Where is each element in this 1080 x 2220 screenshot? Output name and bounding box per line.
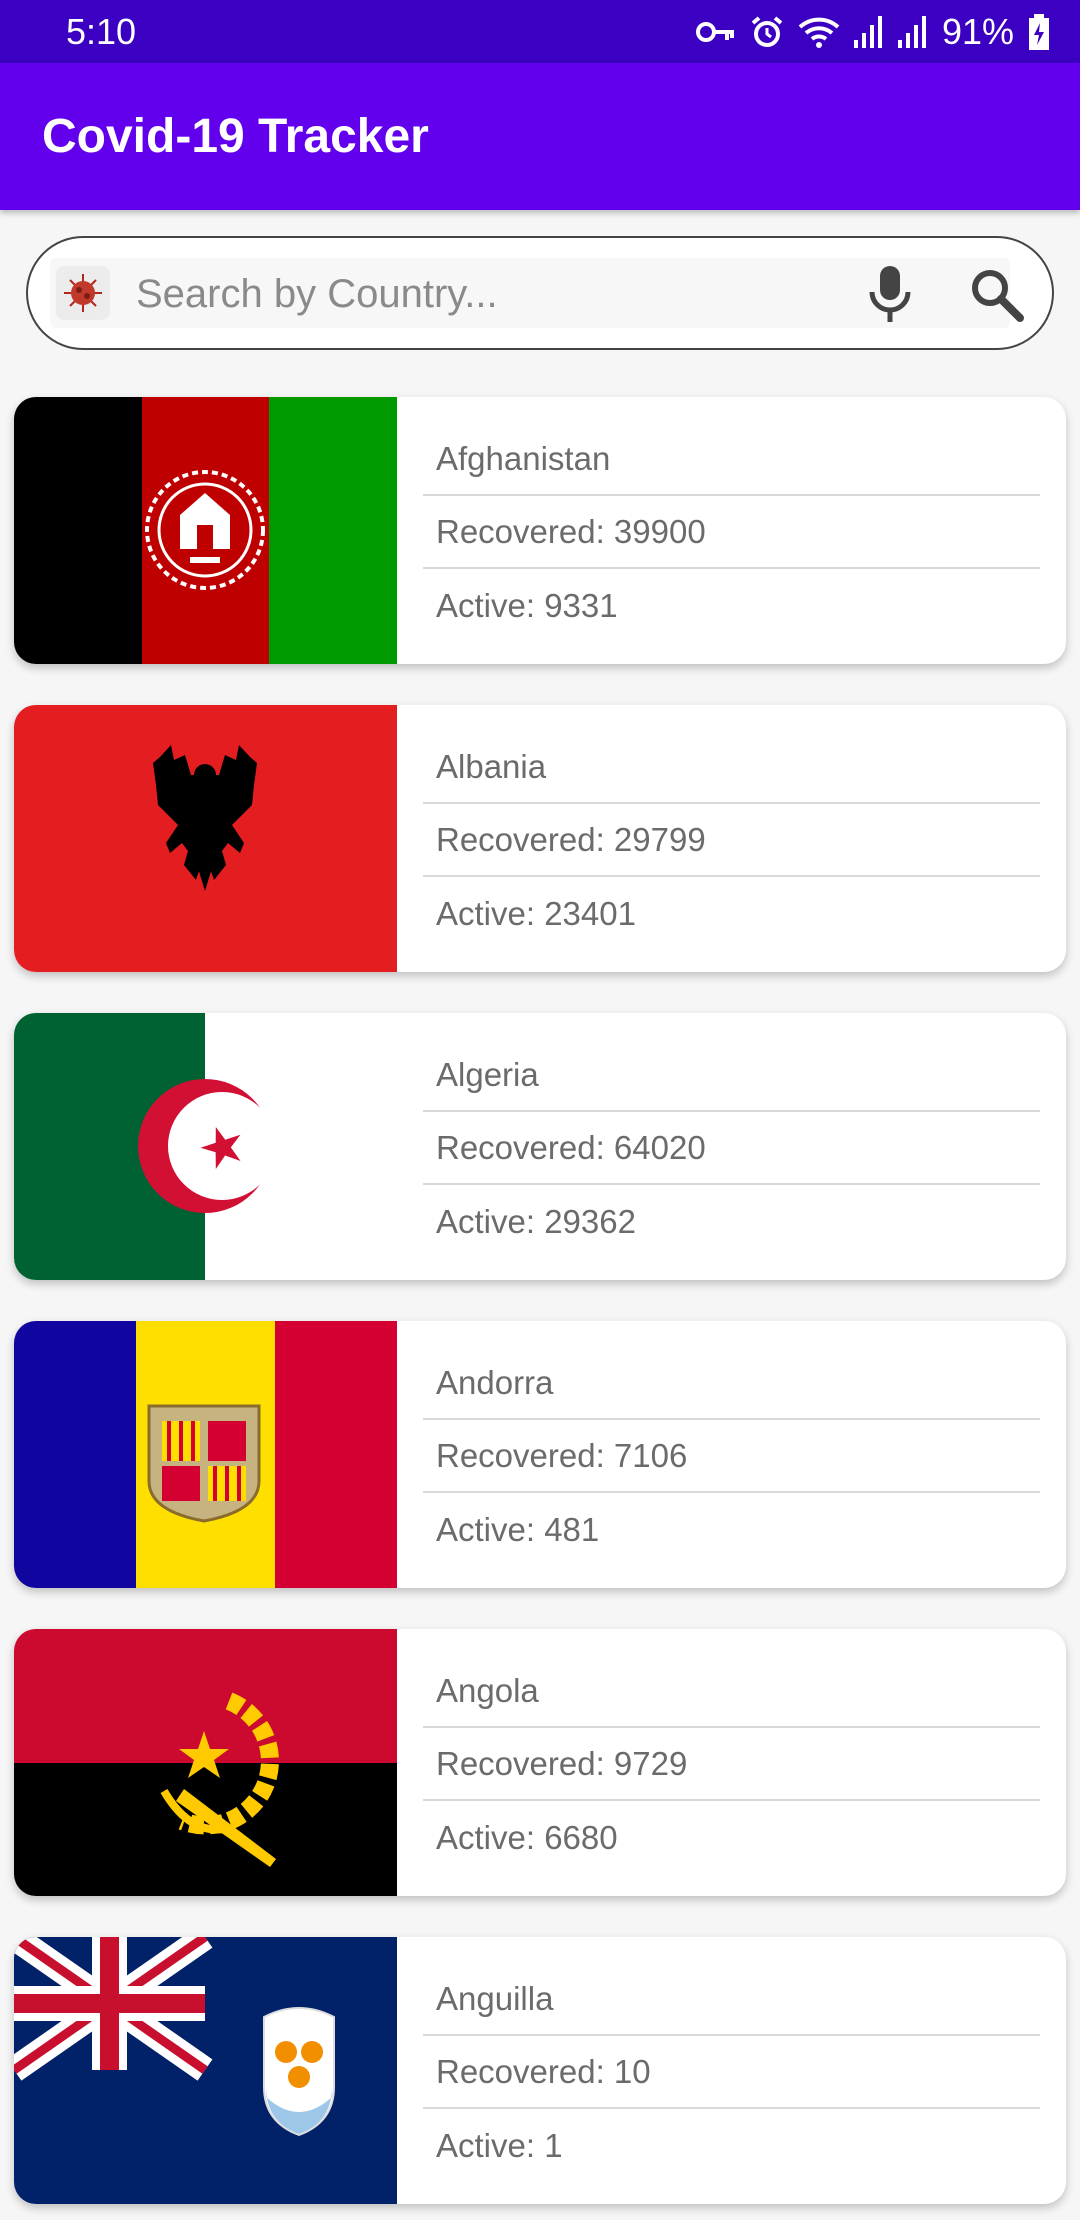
- country-card[interactable]: Anguilla Recovered: 10 Active: 1: [14, 1937, 1066, 2204]
- country-name: Andorra: [423, 1347, 1040, 1420]
- country-name: Angola: [423, 1655, 1040, 1728]
- search-input[interactable]: [134, 260, 818, 328]
- recovered-count: Recovered: 29799: [423, 804, 1040, 877]
- vpn-key-icon: [695, 21, 734, 42]
- albania-flag: [14, 705, 397, 972]
- country-card[interactable]: Afghanistan Recovered: 39900 Active: 933…: [14, 397, 1066, 664]
- wifi-icon: [798, 17, 840, 48]
- search-icon[interactable]: [968, 266, 1024, 322]
- country-name: Afghanistan: [423, 423, 1040, 496]
- active-count: Active: 9331: [436, 586, 618, 624]
- afghanistan-flag: [14, 397, 397, 664]
- country-info: Andorra Recovered: 7106 Active: 481: [423, 1321, 1040, 1588]
- recovered-count: Recovered: 64020: [423, 1112, 1040, 1185]
- recovered-count: Recovered: 9729: [423, 1728, 1040, 1801]
- country-card[interactable]: Albania Recovered: 29799 Active: 23401: [14, 705, 1066, 972]
- battery-percent: 91%: [941, 10, 1014, 52]
- active-count: Active: 1: [436, 2126, 563, 2164]
- algeria-flag: [14, 1013, 397, 1280]
- andorra-flag: [14, 1321, 397, 1588]
- country-card[interactable]: Andorra Recovered: 7106 Active: 481: [14, 1321, 1066, 1588]
- status-icons: 91%: [695, 10, 1050, 53]
- country-card[interactable]: Angola Recovered: 9729 Active: 6680: [14, 1629, 1066, 1896]
- country-info: Algeria Recovered: 64020 Active: 29362: [423, 1013, 1040, 1280]
- country-info: Anguilla Recovered: 10 Active: 1: [423, 1937, 1040, 2204]
- recovered-count: Recovered: 7106: [423, 1420, 1040, 1493]
- status-bar: 5:10 91%: [0, 0, 1080, 63]
- status-time: 5:10: [66, 10, 137, 52]
- country-card[interactable]: Algeria Recovered: 64020 Active: 29362: [14, 1013, 1066, 1280]
- country-name: Albania: [423, 731, 1040, 804]
- recovered-count: Recovered: 10: [423, 2036, 1040, 2109]
- active-count: Active: 481: [436, 1510, 600, 1548]
- country-info: Afghanistan Recovered: 39900 Active: 933…: [423, 397, 1040, 664]
- active-count: Active: 29362: [436, 1202, 636, 1240]
- country-name: Algeria: [423, 1039, 1040, 1112]
- app-title: Covid-19 Tracker: [42, 110, 429, 163]
- active-count: Active: 23401: [436, 894, 636, 932]
- recovered-count: Recovered: 39900: [423, 496, 1040, 569]
- signal-icon: [897, 15, 926, 48]
- alarm-icon: [751, 15, 783, 47]
- signal-icon: [853, 15, 882, 48]
- battery-charging-icon: [1029, 13, 1049, 50]
- country-info: Albania Recovered: 29799 Active: 23401: [423, 705, 1040, 972]
- app-bar: Covid-19 Tracker: [0, 63, 1080, 210]
- mic-icon[interactable]: [862, 264, 918, 324]
- anguilla-flag: [14, 1937, 397, 2204]
- search-bar[interactable]: [26, 236, 1054, 350]
- country-info: Angola Recovered: 9729 Active: 6680: [423, 1629, 1040, 1896]
- virus-icon: [56, 266, 110, 320]
- active-count: Active: 6680: [436, 1818, 618, 1856]
- angola-flag: [14, 1629, 397, 1896]
- country-name: Anguilla: [423, 1963, 1040, 2036]
